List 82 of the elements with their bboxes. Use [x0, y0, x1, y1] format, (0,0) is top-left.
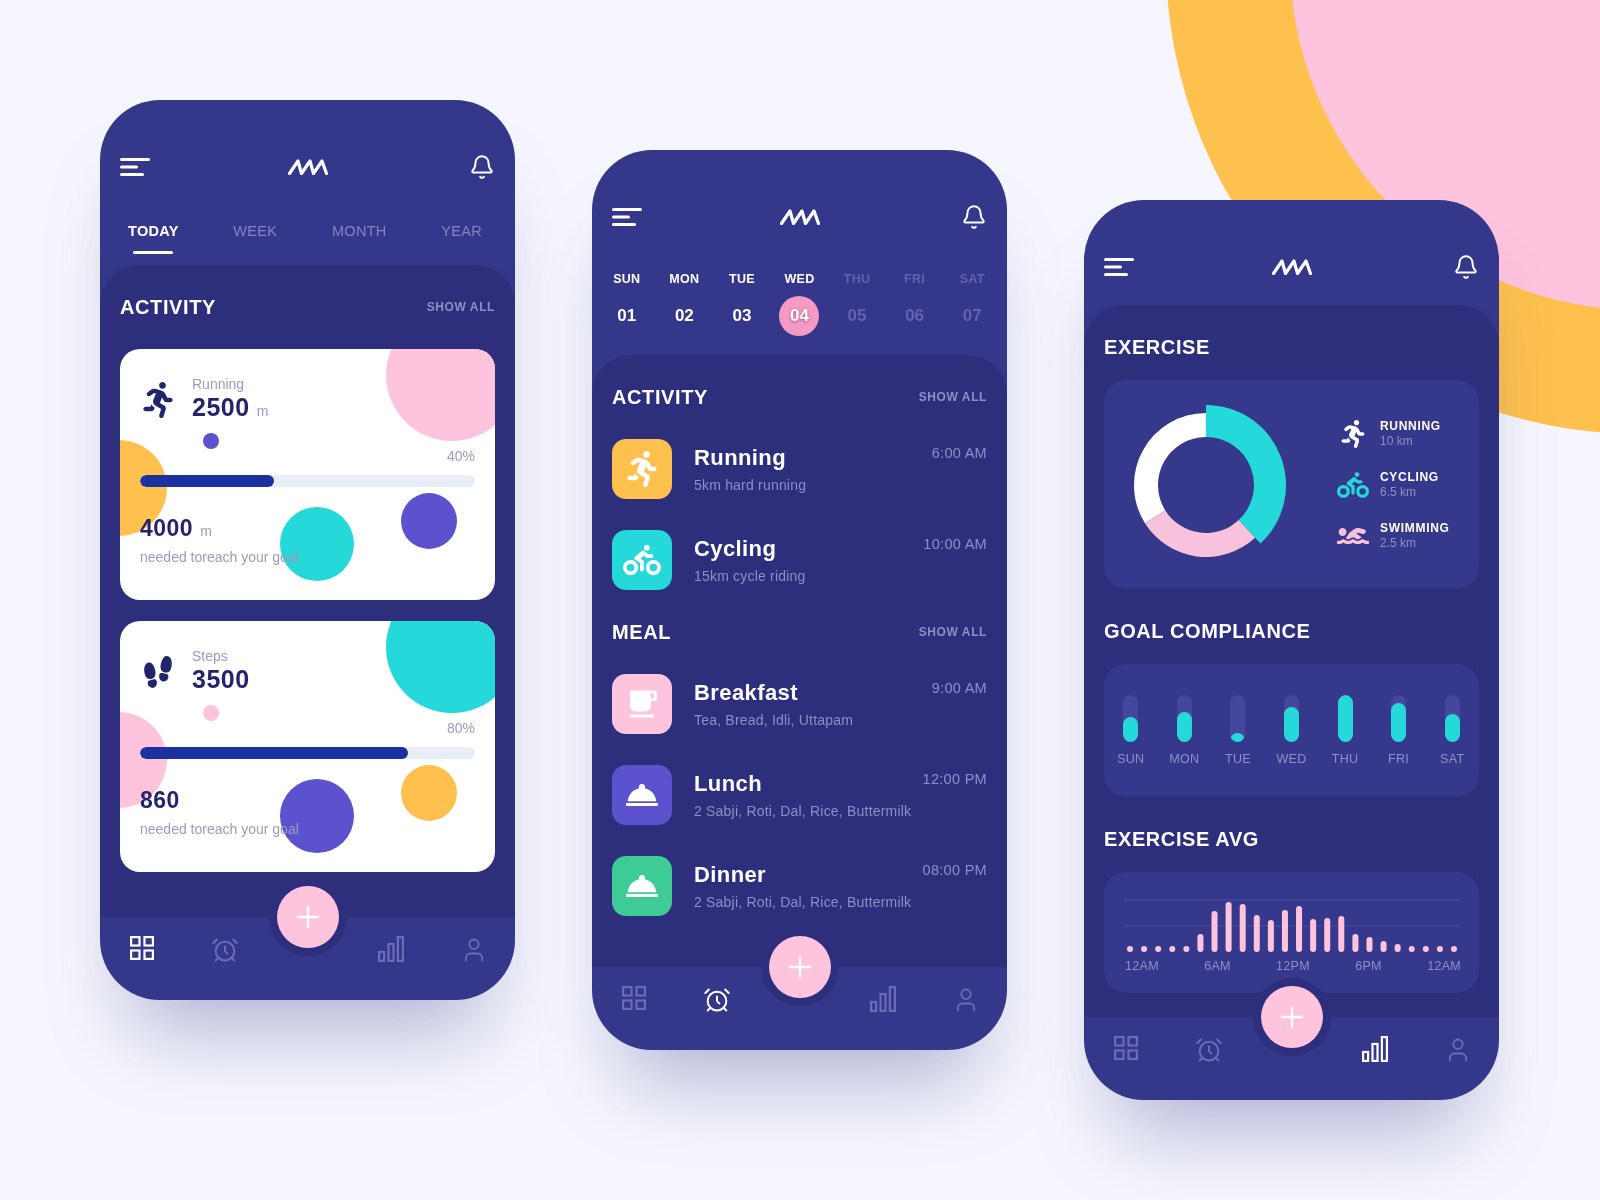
entry-title: Cycling [694, 536, 778, 562]
period-tab[interactable]: MONTH [331, 223, 387, 254]
entry-title: Breakfast [694, 680, 799, 706]
app-logo [1271, 259, 1312, 275]
date-button[interactable]: 03 [721, 296, 762, 336]
exercise-label: RUNNING [1380, 418, 1441, 434]
remaining-value: 4000 [140, 514, 194, 542]
unit-label: m [200, 523, 212, 540]
weekday-label: TUE [728, 272, 755, 287]
decorative-circle [401, 765, 457, 821]
time-axis-label: 12PM [1276, 959, 1310, 974]
exercise-label: CYCLING [1380, 469, 1439, 485]
unit-label: m [256, 403, 269, 420]
entry-time: 12:00 PM [922, 770, 987, 789]
decorative-circle [203, 433, 219, 449]
app-logo [287, 159, 328, 175]
bell-icon[interactable] [469, 154, 495, 180]
decorative-circle [401, 493, 457, 549]
app-logo [779, 209, 820, 225]
entry-title: Running [694, 445, 787, 471]
section-heading: GOAL COMPLIANCE [1104, 619, 1312, 643]
day-label: WED [1276, 752, 1307, 767]
show-all-link[interactable]: SHOW ALL [918, 624, 987, 640]
day-label: FRI [1388, 752, 1410, 767]
show-all-link[interactable]: SHOW ALL [918, 389, 987, 405]
entry-time: 08:00 PM [922, 861, 987, 880]
exercise-distance: 6.5 km [1380, 484, 1417, 500]
exercise-distance: 2.5 km [1380, 535, 1417, 551]
runner-icon [143, 382, 173, 418]
activity-value: 2500 [192, 393, 250, 421]
percent-label: 40% [446, 448, 475, 465]
section-heading: ACTIVITY [120, 295, 216, 319]
weekday-label: MON [669, 272, 700, 287]
show-all-link[interactable]: SHOW ALL [426, 299, 495, 315]
alarm-clock-icon[interactable] [702, 986, 731, 1014]
activity-value: 3500 [192, 665, 250, 693]
day-label: THU [1331, 752, 1359, 767]
decorative-circle [203, 705, 219, 721]
entry-detail: Tea, Bread, Idli, Uttapam [694, 711, 855, 729]
entry-title: Dinner [694, 862, 768, 888]
entry-time: 10:00 AM [923, 535, 987, 554]
entry-time: 6:00 AM [931, 444, 987, 463]
day-label: MON [1169, 752, 1200, 767]
day-label: TUE [1224, 752, 1251, 767]
footprints-icon [141, 654, 175, 690]
bell-icon[interactable] [961, 204, 987, 230]
time-axis-label: 12AM [1125, 959, 1159, 974]
menu-icon[interactable] [612, 208, 642, 226]
section-heading: EXERCISE [1104, 335, 1211, 359]
menu-icon[interactable] [120, 158, 150, 176]
exercise-label: SWIMMING [1380, 520, 1450, 536]
exercise-distance: 10 km [1380, 433, 1414, 449]
period-tab[interactable]: TODAY [128, 223, 179, 254]
time-axis-label: 6AM [1204, 959, 1231, 974]
activity-label: Running [192, 376, 245, 392]
date-button[interactable]: 01 [606, 296, 647, 336]
section-heading: MEAL [612, 620, 672, 644]
entry-detail: 2 Sabji, Roti, Dal, Rice, Buttermilk [694, 893, 913, 911]
activity-label: Steps [192, 648, 228, 664]
day-label: SUN [1117, 752, 1145, 767]
entry-detail: 5km hard running [694, 476, 808, 494]
section-heading: ACTIVITY [612, 385, 708, 409]
menu-icon[interactable] [1104, 258, 1134, 276]
time-axis-label: 6PM [1355, 959, 1382, 974]
weekday-label: SUN [613, 272, 641, 287]
period-tab[interactable]: WEEK [233, 223, 278, 254]
bar-chart-icon[interactable] [1361, 1036, 1388, 1062]
grid-icon[interactable] [129, 936, 154, 960]
entry-title: Lunch [694, 771, 763, 797]
date-button[interactable]: 04 [779, 296, 820, 336]
weekday-label: WED [784, 272, 815, 287]
entry-time: 9:00 AM [931, 679, 987, 698]
date-button[interactable]: 02 [664, 296, 705, 336]
entry-detail: 2 Sabji, Roti, Dal, Rice, Buttermilk [694, 802, 913, 820]
entry-detail: 15km cycle riding [694, 567, 807, 585]
period-tab[interactable]: YEAR [441, 223, 482, 254]
bell-icon[interactable] [1453, 254, 1479, 280]
remaining-value: 860 [140, 786, 180, 814]
percent-label: 80% [446, 720, 475, 737]
section-heading: EXERCISE AVG [1104, 827, 1260, 851]
day-label: SAT [1440, 752, 1465, 767]
time-axis-label: 12AM [1427, 959, 1461, 974]
